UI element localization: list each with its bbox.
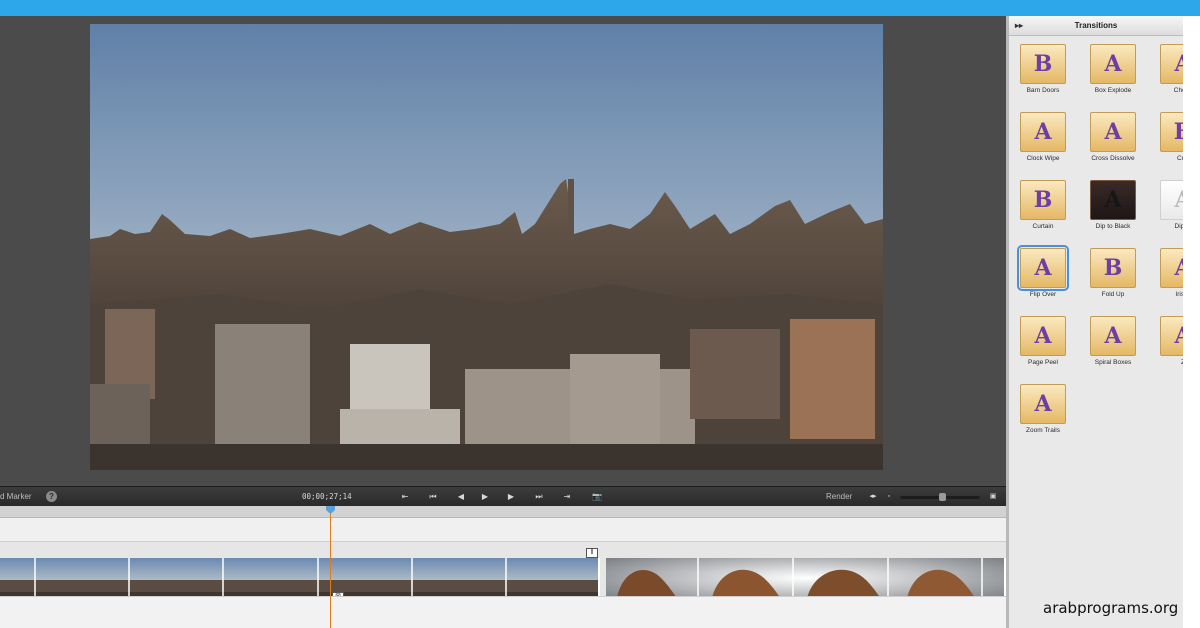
timeline-panel: ⊠ ‖: [0, 506, 1006, 628]
step-forward-button[interactable]: ▶: [504, 490, 518, 503]
transition-thumbnail: B: [1020, 44, 1066, 84]
transition-thumbnail: A: [1020, 112, 1066, 152]
browser-top-bar: [0, 0, 1200, 16]
play-button[interactable]: ▶: [478, 490, 492, 503]
transition-thumbnail: A: [1017, 245, 1069, 291]
video-editor-window: d Marker ? 00;00;27;14 ⇤ ⏮ ◀ ▶ ▶ ⏭ ⇥ 📷 R…: [0, 16, 1183, 628]
zoom-out-icon[interactable]: ▫: [882, 490, 896, 503]
go-to-end-button[interactable]: ⇥: [560, 490, 574, 503]
transition-label: Spiral Boxes: [1094, 359, 1132, 366]
snapshot-button[interactable]: 📷: [590, 490, 604, 503]
transition-label: Check: [1173, 87, 1183, 94]
timeline-ruler[interactable]: [0, 506, 1006, 518]
transitions-panel: ▸▸ Transitions B Barn Doors A Box Explode A C…: [1006, 16, 1183, 628]
transition-label: Dip to: [1174, 223, 1184, 230]
transition-thumbnail: B: [1160, 112, 1183, 152]
transition-label: Zoom Trails: [1026, 427, 1060, 434]
transition-thumbnail: A: [1160, 248, 1183, 288]
timecode-display[interactable]: 00;00;27;14: [302, 492, 352, 501]
transition-thumbnail: A: [1160, 44, 1183, 84]
transition-label: Fold Up: [1101, 291, 1125, 298]
collapse-panel-icon[interactable]: ▸▸: [1015, 16, 1023, 36]
city-skyline-image: [90, 24, 883, 470]
transition-thumbnail: A: [1020, 384, 1066, 424]
transition-z[interactable]: AZ: [1151, 316, 1183, 366]
transition-check[interactable]: A Check: [1151, 44, 1183, 94]
transition-barn-doors[interactable]: B Barn Doors: [1011, 44, 1075, 94]
transition-label: Barn Doors: [1026, 87, 1060, 94]
transition-curtain[interactable]: B Curtain: [1011, 180, 1075, 230]
transition-thumbnail: A: [1090, 316, 1136, 356]
transition-thumbnail: B: [1020, 180, 1066, 220]
transition-thumbnail: B: [1090, 248, 1136, 288]
transition-thumbnail: A: [1090, 44, 1136, 84]
go-to-start-button[interactable]: ⇤: [398, 490, 412, 503]
transition-thumbnail: A: [1090, 112, 1136, 152]
transition-cub[interactable]: B Cub: [1151, 112, 1183, 162]
transition-iris-d[interactable]: A Iris D: [1151, 248, 1183, 298]
transitions-panel-header: ▸▸ Transitions: [1009, 16, 1183, 36]
step-back-button[interactable]: ◀: [454, 490, 468, 503]
zoom-slider-handle[interactable]: [939, 493, 946, 501]
zoom-in-icon[interactable]: ▣: [986, 490, 1000, 503]
transition-thumbnail: A: [1160, 316, 1183, 356]
panel-title: Transitions: [1074, 21, 1118, 30]
render-button[interactable]: Render: [826, 492, 852, 501]
transition-flip-over[interactable]: A Flip Over: [1011, 245, 1075, 298]
transition-thumbnail: A: [1020, 316, 1066, 356]
next-edit-button[interactable]: ⏭: [532, 490, 546, 503]
transition-label: Z: [1181, 359, 1183, 366]
transition-dip-to-black[interactable]: A Dip to Black: [1081, 180, 1145, 230]
transition-thumbnail: A: [1090, 180, 1136, 220]
previous-edit-button[interactable]: ⏮: [426, 490, 440, 503]
transition-page-peel[interactable]: A Page Peel: [1011, 316, 1075, 366]
transition-label: Clock Wipe: [1026, 155, 1060, 162]
transition-clock-wipe[interactable]: A Clock Wipe: [1011, 112, 1075, 162]
clip-end-marker[interactable]: ‖: [586, 548, 598, 558]
transition-label: Curtain: [1032, 223, 1054, 230]
transition-label: Box Explode: [1094, 87, 1132, 94]
fit-icon[interactable]: ◂▸: [866, 490, 880, 503]
add-marker-button[interactable]: d Marker: [0, 492, 32, 501]
transition-spiral-boxes[interactable]: A Spiral Boxes: [1081, 316, 1145, 366]
transition-cross-dissolve[interactable]: A Cross Dissolve: [1081, 112, 1145, 162]
transitions-grid: B Barn Doors A Box Explode A Check A Clock Wipe…: [1009, 36, 1183, 628]
help-icon[interactable]: ?: [46, 491, 57, 502]
watermark-text: arabprograms.org: [1043, 599, 1179, 617]
video-track[interactable]: ⊠ ‖: [0, 542, 1006, 608]
audio-track[interactable]: [0, 596, 1006, 628]
monitor-panel: [0, 16, 1006, 486]
transition-label: Cross Dissolve: [1091, 155, 1135, 162]
transition-label: Iris D: [1175, 291, 1183, 298]
transition-label: Page Peel: [1028, 359, 1058, 366]
transition-thumbnail: A: [1160, 180, 1183, 220]
playhead-line[interactable]: [330, 506, 331, 628]
transition-label: Cub: [1177, 155, 1183, 162]
preview-frame[interactable]: [90, 24, 883, 470]
transition-label: Flip Over: [1029, 291, 1057, 298]
transport-bar: d Marker ? 00;00;27;14 ⇤ ⏮ ◀ ▶ ▶ ⏭ ⇥ 📷 R…: [0, 486, 1006, 506]
video-track-upper[interactable]: [0, 518, 1006, 542]
transition-dip-to[interactable]: A Dip to: [1151, 180, 1183, 230]
transition-box-explode[interactable]: A Box Explode: [1081, 44, 1145, 94]
transition-fold-up[interactable]: B Fold Up: [1081, 248, 1145, 298]
transition-label: Dip to Black: [1095, 223, 1131, 230]
transition-zoom-trails[interactable]: A Zoom Trails: [1011, 384, 1075, 434]
